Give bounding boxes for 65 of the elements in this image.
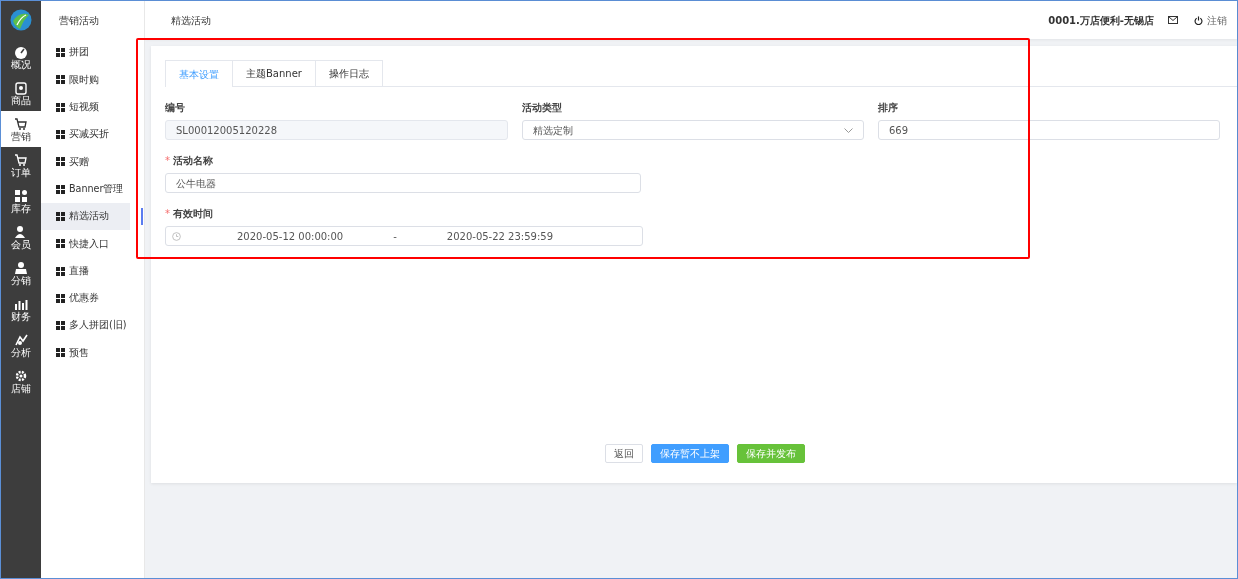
input-field[interactable]: 669	[878, 120, 1220, 140]
nav-item[interactable]: 会员	[1, 219, 41, 255]
grid-icon	[56, 239, 65, 249]
submenu-title: 营销活动	[58, 13, 100, 28]
grid-icon	[56, 266, 65, 276]
input-field[interactable]: 公牛电器	[165, 173, 641, 193]
submenu-item[interactable]: 多人拼团(旧)	[41, 311, 130, 340]
grid-icon	[56, 321, 65, 331]
nav-item[interactable]: 商品	[1, 75, 41, 111]
nav-item[interactable]: 分销	[1, 255, 41, 291]
grid-icon	[56, 157, 65, 167]
grid-icon	[56, 211, 65, 221]
clock-icon	[172, 231, 181, 241]
nav-item[interactable]: 概况	[1, 39, 41, 75]
field-label: 有效时间	[173, 207, 213, 221]
nav-icon	[14, 188, 28, 203]
nav-item[interactable]: 订单	[1, 147, 41, 183]
grid-icon	[56, 348, 65, 358]
nav-icon	[14, 44, 28, 59]
date-range-field[interactable]: 2020-05-12 00:00:00 - 2020-05-22 23:59:59	[165, 226, 643, 246]
select-field[interactable]: 精选定制	[522, 120, 864, 140]
field-label: 活动名称	[173, 154, 213, 168]
nav-icon	[14, 116, 28, 131]
submenu-item[interactable]: 优惠券	[41, 284, 130, 312]
nav-icon	[14, 224, 28, 239]
nav-icon	[14, 260, 28, 275]
grid-icon	[56, 293, 65, 303]
grid-icon	[56, 102, 65, 112]
field-label: 活动类型	[522, 101, 562, 115]
submenu-item[interactable]: 限时购	[41, 66, 130, 94]
grid-icon	[56, 184, 65, 194]
field-label: 排序	[878, 101, 898, 115]
nav-item[interactable]: 分析	[1, 327, 41, 363]
nav-icon	[14, 80, 28, 95]
submenu-item[interactable]: 快捷入口	[41, 230, 130, 258]
page-title: 精选活动	[171, 13, 211, 28]
nav-icon	[14, 332, 28, 347]
action-button[interactable]: 返回	[605, 444, 643, 463]
nav-icon	[14, 152, 28, 167]
nav-item[interactable]: 营销	[1, 111, 41, 147]
store-name: 0001.万店便利-无锡店	[1048, 13, 1154, 28]
grid-icon	[56, 75, 65, 85]
grid-icon	[56, 48, 65, 58]
nav-item[interactable]: 财务	[1, 291, 41, 327]
nav-item[interactable]: 库存	[1, 183, 41, 219]
submenu-item[interactable]: 预售	[41, 339, 130, 367]
submenu-item[interactable]: 短视频	[41, 93, 130, 121]
submenu-item[interactable]: 拼团	[41, 39, 130, 67]
required-mark: *	[165, 154, 170, 168]
nav-icon	[14, 368, 28, 383]
submenu-item[interactable]: 买赠	[41, 148, 130, 176]
power-icon	[1194, 15, 1203, 25]
mail-icon[interactable]	[1168, 16, 1178, 24]
nav-item[interactable]: 店铺	[1, 363, 41, 399]
required-mark: *	[165, 207, 170, 221]
logo-icon	[10, 9, 32, 31]
chevron-down-icon	[844, 127, 853, 133]
field-label: 编号	[165, 101, 185, 115]
logout-link[interactable]: 注销	[1194, 12, 1227, 28]
submenu-item[interactable]: Banner管理	[41, 175, 130, 203]
tab[interactable]: 操作日志	[314, 60, 383, 86]
grid-icon	[56, 130, 65, 140]
active-indicator	[141, 207, 143, 225]
submenu-item[interactable]: 直播	[41, 257, 130, 285]
submenu-item[interactable]: 买减买折	[41, 120, 130, 149]
